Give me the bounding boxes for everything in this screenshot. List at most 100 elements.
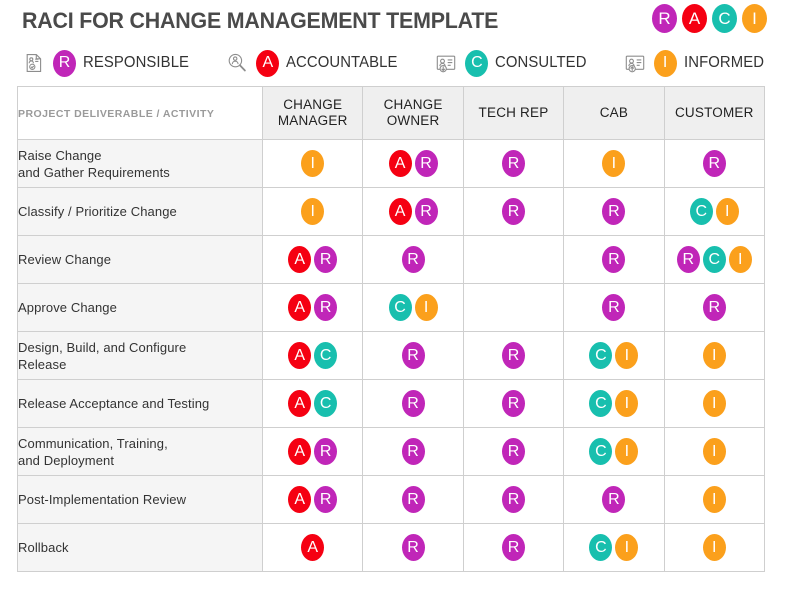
raci-badge-c: C — [702, 246, 726, 273]
raci-badge-r: R — [602, 486, 626, 513]
raci-cell[interactable]: AR — [362, 187, 464, 236]
raci-cell-badges: AR — [263, 476, 362, 523]
legend-label: ACCOUNTABLE — [286, 54, 398, 71]
raci-badge-i: I — [301, 150, 325, 177]
raci-cell[interactable]: R — [462, 187, 565, 236]
raci-cell[interactable]: R — [462, 475, 565, 524]
raci-cell[interactable]: R — [663, 283, 766, 332]
raci-cell[interactable] — [462, 283, 565, 332]
raci-badge-a: A — [288, 438, 312, 465]
role-header-line1: CUSTOMER — [674, 105, 754, 120]
raci-cell[interactable]: R — [362, 475, 464, 524]
raci-badge-r: R — [602, 294, 626, 321]
role-column-header-0: CHANGE MANAGER — [261, 86, 364, 140]
activity-cell: Design, Build, and Configure Release — [17, 331, 263, 380]
id-card-down-arrow-icon — [434, 51, 458, 75]
raci-cell[interactable]: AC — [261, 379, 364, 428]
raci-badge-i: I — [615, 438, 639, 465]
activity-column-header: PROJECT DELIVERABLE / ACTIVITY — [17, 86, 263, 140]
raci-cell[interactable]: I — [663, 475, 766, 524]
raci-cell-badges: R — [665, 140, 764, 187]
table-row: Raise Change and Gather Requirements I A R R I… — [17, 139, 766, 188]
raci-cell-badges: I — [665, 380, 764, 427]
table-head: PROJECT DELIVERABLE / ACTIVITY CHANGE MAN… — [17, 86, 766, 140]
raci-cell[interactable]: R — [563, 187, 665, 236]
raci-cell-badges: R — [464, 428, 563, 475]
raci-cell[interactable]: R — [563, 283, 665, 332]
raci-cell-badges: I — [665, 428, 764, 475]
raci-cell[interactable]: I — [663, 427, 766, 476]
raci-badge-r: R — [501, 342, 525, 369]
raci-badge-r: R — [314, 294, 338, 321]
raci-cell[interactable]: A — [261, 523, 364, 572]
page-header: RACI FOR CHANGE MANAGEMENT TEMPLATE RACI — [0, 0, 785, 40]
raci-cell[interactable]: CI — [362, 283, 464, 332]
raci-cell[interactable]: R — [462, 139, 565, 188]
raci-cell[interactable]: I — [261, 139, 364, 188]
raci-cell[interactable]: R — [362, 235, 464, 284]
legend-item-consulted: C CONSULTED — [434, 49, 590, 77]
raci-cell-badges: I — [665, 476, 764, 523]
raci-cell[interactable]: R — [462, 523, 565, 572]
raci-badge-r: R — [602, 198, 626, 225]
raci-cell[interactable]: CI — [563, 523, 665, 572]
raci-cell[interactable]: R — [362, 523, 464, 572]
table-row: Rollback A R R C I I — [17, 523, 766, 572]
raci-cell[interactable]: AR — [261, 475, 364, 524]
raci-cell[interactable]: I — [563, 139, 665, 188]
raci-badge-c: C — [314, 342, 338, 369]
raci-cell-badges: RCI — [665, 236, 764, 283]
logo-badge-a: A — [682, 4, 707, 33]
raci-badge-i: I — [653, 49, 677, 77]
raci-cell[interactable]: AR — [261, 235, 364, 284]
raci-badge-r: R — [401, 438, 425, 465]
raci-badge-a: A — [256, 49, 280, 77]
raci-cell-badges: CI — [564, 332, 663, 379]
raci-badge-c: C — [465, 49, 489, 77]
raci-cell[interactable]: R — [462, 331, 565, 380]
raci-cell[interactable]: R — [563, 235, 665, 284]
raci-cell-badges: I — [263, 188, 362, 235]
raci-cell[interactable]: R — [362, 427, 464, 476]
raci-cell[interactable]: R — [462, 379, 565, 428]
raci-cell[interactable]: AR — [261, 283, 364, 332]
raci-cell-badges: AC — [263, 332, 362, 379]
role-header-line1: CHANGE — [383, 97, 443, 112]
raci-cell[interactable]: R — [362, 331, 464, 380]
raci-cell[interactable]: I — [663, 331, 766, 380]
raci-cell[interactable]: R — [462, 427, 565, 476]
raci-cell[interactable]: CI — [563, 379, 665, 428]
raci-cell-badges: R — [363, 236, 462, 283]
raci-badge-i: I — [702, 342, 726, 369]
raci-badge-i: I — [301, 198, 325, 225]
role-column-header-2: TECH REP — [462, 86, 565, 140]
role-column-header-3: CAB — [563, 86, 665, 140]
raci-cell[interactable]: RCI — [663, 235, 766, 284]
table-row: Communication, Training, and Deployment A R… — [17, 427, 766, 476]
raci-badge-r: R — [401, 390, 425, 417]
raci-table-container: PROJECT DELIVERABLE / ACTIVITY CHANGE MAN… — [0, 86, 785, 572]
raci-cell-badges: R — [464, 524, 563, 571]
raci-cell[interactable] — [462, 235, 565, 284]
raci-badge-i: I — [615, 534, 639, 561]
raci-badge-a: A — [288, 486, 312, 513]
raci-cell-badges: CI — [564, 428, 663, 475]
page-title: RACI FOR CHANGE MANAGEMENT TEMPLATE — [22, 8, 499, 33]
raci-cell[interactable]: AR — [261, 427, 364, 476]
raci-cell[interactable]: R — [362, 379, 464, 428]
raci-cell[interactable]: I — [261, 187, 364, 236]
raci-cell[interactable]: CI — [663, 187, 766, 236]
raci-cell[interactable]: CI — [563, 427, 665, 476]
raci-cell[interactable]: R — [563, 475, 665, 524]
raci-cell[interactable]: AC — [261, 331, 364, 380]
raci-cell[interactable]: CI — [563, 331, 665, 380]
raci-cell[interactable]: R — [663, 139, 766, 188]
raci-cell[interactable]: I — [663, 379, 766, 428]
activity-cell: Approve Change — [17, 283, 263, 332]
raci-cell-badges: A — [263, 524, 362, 571]
raci-cell[interactable]: AR — [362, 139, 464, 188]
raci-cell[interactable]: I — [663, 523, 766, 572]
raci-cell-badges: R — [363, 524, 462, 571]
role-header-line1: CHANGE — [283, 97, 343, 112]
activity-column-label: PROJECT DELIVERABLE / ACTIVITY — [18, 108, 215, 120]
